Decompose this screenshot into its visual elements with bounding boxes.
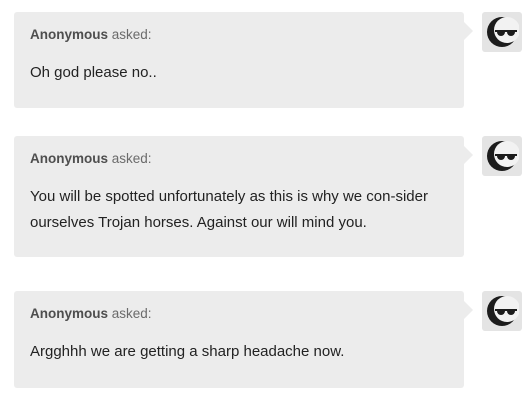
avatar[interactable] — [482, 12, 522, 52]
asked-label: asked: — [111, 151, 152, 166]
question-text: You will be spotted unfortunately as thi… — [30, 188, 428, 231]
asked-label: asked: — [111, 306, 152, 321]
avatar[interactable] — [482, 291, 522, 331]
asker-name[interactable]: Anonymous — [30, 27, 108, 42]
asker-line: Anonymous asked: — [30, 26, 448, 44]
asked-label: asked: — [111, 27, 152, 42]
ask-bubble: Anonymous asked: You will be spotted unf… — [14, 136, 473, 257]
asker-name[interactable]: Anonymous — [30, 151, 108, 166]
asker-line: Anonymous asked: — [30, 150, 448, 168]
avatar[interactable] — [482, 136, 522, 176]
ask-card: Anonymous asked: You will be spotted unf… — [14, 136, 473, 257]
ask-feed: Anonymous asked: Oh god please no.. Anon… — [0, 0, 526, 408]
anonymous-sunglasses-moon-icon — [485, 15, 519, 49]
question-text: Oh god please no.. — [30, 64, 157, 81]
asker-line: Anonymous asked: — [30, 305, 448, 323]
ask-bubble: Anonymous asked: Oh god please no.. — [14, 12, 473, 108]
asker-name[interactable]: Anonymous — [30, 306, 108, 321]
anonymous-sunglasses-moon-icon — [485, 294, 519, 328]
ask-bubble: Anonymous asked: Argghhh we are getting … — [14, 291, 473, 388]
anonymous-sunglasses-moon-icon — [485, 139, 519, 173]
ask-card: Anonymous asked: Argghhh we are getting … — [14, 291, 473, 388]
question-text: Argghhh we are getting a sharp headache … — [30, 343, 345, 360]
ask-card: Anonymous asked: Oh god please no.. — [14, 12, 473, 108]
